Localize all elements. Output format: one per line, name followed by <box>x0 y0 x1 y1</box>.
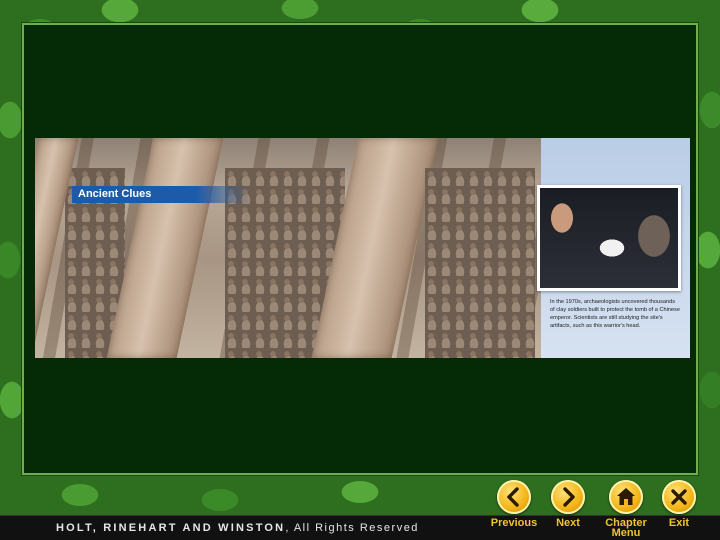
next-button[interactable] <box>551 480 585 514</box>
caption-banner: Ancient Clues <box>72 186 250 203</box>
inset-caption: In the 1970s, archaeologists uncovered t… <box>550 299 680 329</box>
previous-button[interactable] <box>497 480 531 514</box>
chapter-menu-button[interactable] <box>609 480 643 514</box>
chapter-menu-label[interactable]: Chapter Menu <box>598 518 654 539</box>
publisher-credit: HOLT, RINEHART AND WINSTON, All Rights R… <box>56 522 419 534</box>
home-icon <box>617 488 635 505</box>
soldier-rows <box>425 168 535 358</box>
previous-label[interactable]: Previous <box>487 518 541 529</box>
chapter-menu-line2: Menu <box>611 527 641 539</box>
chevron-left-icon <box>507 487 519 507</box>
next-label[interactable]: Next <box>546 518 590 529</box>
rights-text: , All Rights Reserved <box>285 522 419 534</box>
terracotta-army-photo <box>35 138 541 358</box>
chevron-right-icon <box>563 487 575 507</box>
exit-label[interactable]: Exit <box>660 518 698 529</box>
publisher-name: HOLT, RINEHART AND WINSTON <box>56 522 286 534</box>
warrior-head-photo <box>537 185 681 291</box>
exit-button[interactable] <box>662 480 696 514</box>
close-icon <box>671 489 687 505</box>
